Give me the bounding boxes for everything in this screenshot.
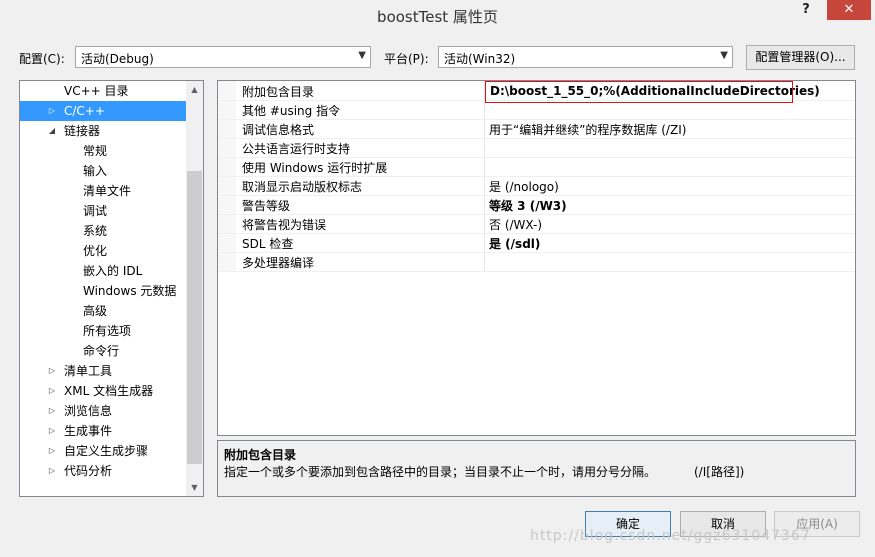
property-name: 附加包含目录 [242, 85, 315, 99]
tree-item-label: 高级 [83, 304, 108, 318]
tree-item-label: 优化 [83, 244, 108, 258]
chevron-down-icon: ▼ [720, 50, 728, 61]
tree-item[interactable]: ▷ 生成事件 [20, 421, 186, 441]
property-row[interactable]: 其他 #using 指令 [218, 100, 855, 120]
tree-item[interactable]: ▷ 浏览信息 [20, 401, 186, 421]
tree-item[interactable]: 输入 [20, 161, 186, 181]
config-manager-button[interactable]: 配置管理器(O)... [746, 45, 855, 70]
property-name: 公共语言运行时支持 [242, 142, 351, 156]
platform-dropdown[interactable]: 活动(Win32) ▼ [438, 46, 733, 68]
tree-item[interactable]: 系统 [20, 221, 186, 241]
close-button[interactable]: ✕ [827, 0, 871, 20]
tree-item[interactable]: ▷ 清单工具 [20, 361, 186, 381]
help-button[interactable]: ? [797, 2, 815, 22]
tree-item-label: 嵌入的 IDL [83, 264, 143, 278]
description-text: 指定一个或多个要添加到包含路径中的目录；当目录不止一个时，请用分号分隔。 [224, 465, 657, 479]
property-value[interactable]: 用于“编辑并继续”的程序数据库 (/ZI) [489, 121, 686, 138]
tree-item[interactable]: ▷ 代码分析 [20, 461, 186, 481]
tree-item[interactable]: 嵌入的 IDL [20, 261, 186, 281]
property-name: 调试信息格式 [242, 123, 315, 137]
config-label: 配置(C): [19, 52, 65, 66]
scroll-up-icon[interactable]: ▲ [186, 81, 203, 98]
tree-item-label: 链接器 [64, 124, 101, 138]
tree-item-label: 自定义生成步骤 [64, 444, 149, 458]
property-row[interactable]: 附加包含目录 D:\boost_1_55_0;%(AdditionalInclud… [218, 81, 855, 103]
collapsed-triangle-icon[interactable]: ▷ [47, 441, 57, 461]
property-value[interactable]: 是 (/sdl) [489, 235, 540, 252]
tree-item-label: 调试 [83, 204, 108, 218]
tree-item-label: 代码分析 [64, 464, 113, 478]
tree-item-label: 输入 [83, 164, 108, 178]
tree-item[interactable]: 常规 [20, 141, 186, 161]
tree-item[interactable]: 所有选项 [20, 321, 186, 341]
platform-value: 活动(Win32) [444, 52, 516, 66]
watermark: http://blog.csdn.net/ggz631047367 [530, 528, 811, 544]
property-value[interactable]: 等级 3 (/W3) [489, 197, 567, 214]
description-panel: 附加包含目录 指定一个或多个要添加到包含路径中的目录；当目录不止一个时，请用分号… [217, 440, 856, 497]
property-value[interactable]: 否 (/WX-) [489, 216, 542, 233]
tree-item-label: VC++ 目录 [64, 84, 129, 98]
title-bar: boostTest 属性页 ? ✕ [0, 0, 875, 32]
property-name: 多处理器编译 [242, 256, 315, 270]
property-name: 其他 #using 指令 [242, 104, 341, 118]
tree-item[interactable]: VC++ 目录 [20, 81, 186, 101]
property-row[interactable]: 警告等级 等级 3 (/W3) [218, 195, 855, 215]
tree-item[interactable]: ▷ C/C++ [20, 101, 186, 121]
tree-item-label: 系统 [83, 224, 108, 238]
description-title: 附加包含目录 [224, 448, 297, 462]
description-switch: (/I[路径]) [694, 465, 745, 479]
property-row[interactable]: 调试信息格式 用于“编辑并继续”的程序数据库 (/ZI) [218, 119, 855, 139]
tree-item-label: C/C++ [64, 104, 105, 118]
collapsed-triangle-icon[interactable]: ▷ [47, 401, 57, 421]
tree-item-label: 浏览信息 [64, 404, 113, 418]
platform-label: 平台(P): [384, 52, 429, 66]
tree-scrollbar[interactable]: ▲ ▼ [186, 81, 203, 496]
config-value: 活动(Debug) [81, 52, 154, 66]
property-row[interactable]: 公共语言运行时支持 [218, 138, 855, 158]
property-row[interactable]: 多处理器编译 [218, 252, 855, 272]
tree-item-label: 命令行 [83, 344, 120, 358]
property-value[interactable]: 是 (/nologo) [489, 178, 559, 195]
tree-item[interactable]: ◢ 链接器 [20, 121, 186, 141]
tree-item[interactable]: ▷ XML 文档生成器 [20, 381, 186, 401]
property-row[interactable]: 使用 Windows 运行时扩展 [218, 157, 855, 177]
config-dropdown[interactable]: 活动(Debug) ▼ [75, 46, 371, 68]
property-row[interactable]: 将警告视为错误 否 (/WX-) [218, 214, 855, 234]
tree-item-label: 清单工具 [64, 364, 113, 378]
collapsed-triangle-icon[interactable]: ▷ [47, 361, 57, 381]
property-name: 使用 Windows 运行时扩展 [242, 161, 388, 175]
property-name: 将警告视为错误 [242, 218, 327, 232]
tree-item[interactable]: 调试 [20, 201, 186, 221]
tree-item[interactable]: 命令行 [20, 341, 186, 361]
tree-item-label: 所有选项 [83, 324, 132, 338]
window-title: boostTest 属性页 [377, 8, 498, 26]
scroll-down-icon[interactable]: ▼ [186, 479, 203, 496]
expanded-triangle-icon[interactable]: ◢ [47, 121, 57, 141]
property-name: 取消显示启动版权标志 [242, 180, 363, 194]
collapsed-triangle-icon[interactable]: ▷ [47, 101, 57, 121]
collapsed-triangle-icon[interactable]: ▷ [47, 381, 57, 401]
collapsed-triangle-icon[interactable]: ▷ [47, 421, 57, 441]
tree-item-label: 生成事件 [64, 424, 113, 438]
tree-item[interactable]: 优化 [20, 241, 186, 261]
tree-item-label: 清单文件 [83, 184, 132, 198]
scroll-thumb[interactable] [187, 171, 202, 464]
chevron-down-icon: ▼ [358, 50, 366, 61]
category-tree: VC++ 目录 ▷ C/C++ ◢ 链接器常规输入清单文件调试系统优化嵌入的 IDL Wi… [19, 80, 204, 497]
property-name: SDL 检查 [242, 237, 294, 251]
property-row[interactable]: 取消显示启动版权标志 是 (/nologo) [218, 176, 855, 196]
tree-item-label: 常规 [83, 144, 108, 158]
property-row[interactable]: SDL 检查 是 (/sdl) [218, 233, 855, 253]
tree-item-label: Windows 元数据 [83, 284, 177, 298]
property-name: 警告等级 [242, 199, 291, 213]
tree-item[interactable]: Windows 元数据 [20, 281, 186, 301]
property-grid: 附加包含目录 D:\boost_1_55_0;%(AdditionalInclud… [217, 80, 856, 436]
tree-item[interactable]: 清单文件 [20, 181, 186, 201]
tree-item-label: XML 文档生成器 [64, 384, 154, 398]
tree-item[interactable]: ▷ 自定义生成步骤 [20, 441, 186, 461]
tree-item[interactable]: 高级 [20, 301, 186, 321]
collapsed-triangle-icon[interactable]: ▷ [47, 461, 57, 481]
